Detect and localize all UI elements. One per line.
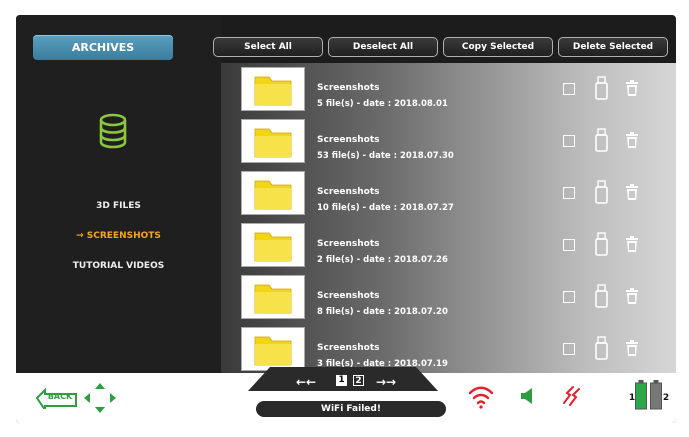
row-title: Screenshots	[317, 83, 380, 93]
folder-icon	[254, 232, 292, 262]
row-info: 2 file(s) - date : 2018.07.26	[317, 255, 448, 265]
list-item[interactable]: Screenshots 2 file(s) - date : 2018.07.2…	[221, 219, 676, 271]
row-checkbox[interactable]	[563, 343, 575, 355]
device-screen: ARCHIVES 3D FILES → SCREENSHOTS TUTORIAL…	[16, 15, 676, 423]
row-title: Screenshots	[317, 291, 380, 301]
folder-icon	[254, 336, 292, 366]
battery-2-icon	[650, 380, 662, 410]
row-checkbox[interactable]	[563, 291, 575, 303]
dpad-icon[interactable]	[83, 382, 117, 414]
deselect-all-button[interactable]: Deselect All	[328, 37, 438, 57]
select-all-button[interactable]: Select All	[213, 37, 323, 57]
sidebar-item-3d-files[interactable]: 3D FILES	[16, 201, 221, 211]
trash-icon[interactable]	[625, 236, 639, 252]
list-item[interactable]: Screenshots 8 file(s) - date : 2018.07.2…	[221, 271, 676, 323]
folder-icon	[254, 180, 292, 210]
list-item[interactable]: Screenshots 5 file(s) - date : 2018.08.0…	[221, 63, 676, 115]
archives-tab[interactable]: ARCHIVES	[33, 35, 173, 60]
trash-icon[interactable]	[625, 340, 639, 356]
thumbnail	[241, 67, 305, 111]
sidebar-item-screenshots[interactable]: → SCREENSHOTS	[16, 231, 221, 241]
row-info: 8 file(s) - date : 2018.07.20	[317, 307, 448, 317]
row-title: Screenshots	[317, 239, 380, 249]
usb-icon[interactable]	[595, 76, 608, 100]
row-checkbox[interactable]	[563, 83, 575, 95]
copy-selected-button[interactable]: Copy Selected	[443, 37, 553, 57]
battery-1-icon	[635, 380, 647, 410]
usb-icon[interactable]	[595, 284, 608, 308]
folder-icon	[254, 76, 292, 106]
page-1-button[interactable]: 1	[336, 375, 347, 386]
page-2-button[interactable]: 2	[353, 375, 364, 386]
sidebar: ARCHIVES 3D FILES → SCREENSHOTS TUTORIAL…	[16, 15, 221, 373]
file-list: Screenshots 5 file(s) - date : 2018.08.0…	[221, 63, 676, 375]
speaker-icon	[521, 388, 532, 404]
sidebar-item-tutorial-videos[interactable]: TUTORIAL VIDEOS	[16, 261, 221, 271]
row-info: 5 file(s) - date : 2018.08.01	[317, 99, 448, 109]
list-item[interactable]: Screenshots 53 file(s) - date : 2018.07.…	[221, 115, 676, 167]
next-page-arrow-icon[interactable]: →→	[366, 375, 406, 389]
wifi-error-icon	[468, 386, 494, 409]
database-icon	[99, 113, 127, 149]
signal-error-icon	[563, 386, 580, 406]
folder-icon	[254, 284, 292, 314]
row-title: Screenshots	[317, 135, 380, 145]
row-info: 10 file(s) - date : 2018.07.27	[317, 203, 454, 213]
usb-icon[interactable]	[595, 128, 608, 152]
trash-icon[interactable]	[625, 80, 639, 96]
row-title: Screenshots	[317, 187, 380, 197]
thumbnail	[241, 275, 305, 319]
prev-page-arrow-icon[interactable]: ←←	[286, 375, 326, 389]
battery-2-label: 2	[662, 393, 670, 403]
row-checkbox[interactable]	[563, 239, 575, 251]
delete-selected-button[interactable]: Delete Selected	[558, 37, 668, 57]
row-info: 53 file(s) - date : 2018.07.30	[317, 151, 454, 161]
thumbnail	[241, 119, 305, 163]
usb-icon[interactable]	[595, 232, 608, 256]
list-item[interactable]: Screenshots 10 file(s) - date : 2018.07.…	[221, 167, 676, 219]
trash-icon[interactable]	[625, 132, 639, 148]
trash-icon[interactable]	[625, 184, 639, 200]
row-title: Screenshots	[317, 343, 380, 353]
thumbnail	[241, 223, 305, 267]
back-label: BACK	[47, 392, 73, 401]
usb-icon[interactable]	[595, 336, 608, 360]
folder-icon	[254, 128, 292, 158]
wifi-status-badge: WiFi Failed!	[256, 401, 446, 417]
row-checkbox[interactable]	[563, 135, 575, 147]
usb-icon[interactable]	[595, 180, 608, 204]
row-checkbox[interactable]	[563, 187, 575, 199]
trash-icon[interactable]	[625, 288, 639, 304]
thumbnail	[241, 171, 305, 215]
